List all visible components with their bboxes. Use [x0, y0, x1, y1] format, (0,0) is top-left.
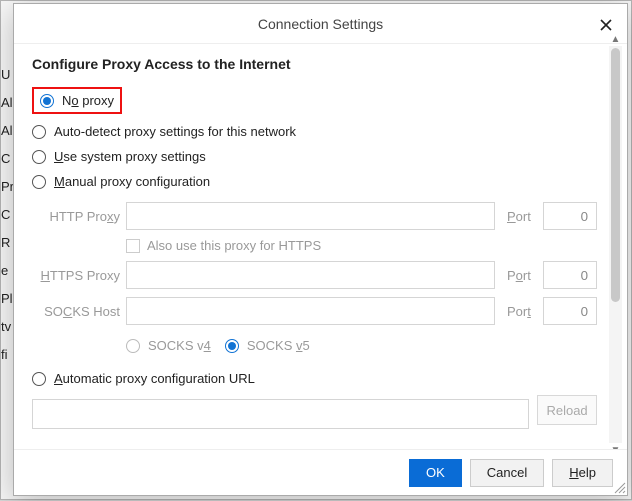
radio-icon	[32, 125, 46, 139]
auto-config-url-input[interactable]	[32, 399, 529, 429]
scrollbar-thumb[interactable]	[611, 48, 620, 302]
option-label: SOCKS v5	[247, 338, 310, 353]
https-proxy-row: HTTPS Proxy Port	[32, 261, 597, 289]
socks-host-input[interactable]	[126, 297, 495, 325]
dialog-footer: OK Cancel Help	[14, 449, 627, 495]
radio-icon	[32, 372, 46, 386]
dialog-body: Configure Proxy Access to the Internet N…	[22, 44, 607, 445]
auto-url-row: Reload	[32, 391, 597, 429]
help-button[interactable]: Help	[552, 459, 613, 487]
radio-icon	[32, 175, 46, 189]
resize-grip-icon[interactable]	[612, 480, 626, 494]
option-use-system[interactable]: Use system proxy settings	[32, 144, 597, 169]
ok-button[interactable]: OK	[409, 459, 462, 487]
socks-host-row: SOCKS Host Port	[32, 297, 597, 325]
radio-icon	[126, 339, 140, 353]
port-label: Port	[507, 304, 537, 319]
option-label: No proxy	[62, 93, 114, 108]
option-auto-config-url[interactable]: Automatic proxy configuration URL	[32, 366, 597, 391]
http-port-input[interactable]	[543, 202, 597, 230]
dialog-title: Connection Settings	[258, 16, 383, 32]
option-auto-detect[interactable]: Auto-detect proxy settings for this netw…	[32, 119, 597, 144]
section-title: Configure Proxy Access to the Internet	[32, 56, 597, 72]
socks-v5-option[interactable]: SOCKS v5	[225, 333, 310, 358]
option-label: Manual proxy configuration	[54, 174, 210, 189]
scroll-up-icon[interactable]: ▲	[609, 32, 622, 46]
option-no-proxy[interactable]: No proxy	[32, 82, 597, 119]
http-proxy-label: HTTP Proxy	[32, 209, 120, 224]
socks-version-row: SOCKS v4 SOCKS v5	[126, 333, 597, 358]
checkbox-icon	[126, 239, 140, 253]
also-https-row[interactable]: Also use this proxy for HTTPS	[126, 238, 597, 253]
reload-button[interactable]: Reload	[537, 395, 597, 425]
scrollbar[interactable]: ▲ ▼	[609, 46, 622, 443]
highlight-annotation: No proxy	[32, 87, 122, 114]
option-label: Automatic proxy configuration URL	[54, 371, 255, 386]
dialog-header: Connection Settings	[14, 4, 627, 44]
socks-port-input[interactable]	[543, 297, 597, 325]
close-icon	[599, 18, 613, 32]
https-proxy-label: HTTPS Proxy	[32, 268, 120, 283]
radio-icon	[225, 339, 239, 353]
cancel-button[interactable]: Cancel	[470, 459, 544, 487]
no-proxy-for-label: No proxy for	[32, 443, 597, 445]
https-port-input[interactable]	[543, 261, 597, 289]
socks-host-label: SOCKS Host	[32, 304, 120, 319]
radio-icon	[32, 150, 46, 164]
connection-settings-dialog: Connection Settings Configure Proxy Acce…	[13, 3, 628, 496]
option-label: Use system proxy settings	[54, 149, 206, 164]
option-manual[interactable]: Manual proxy configuration	[32, 169, 597, 194]
http-proxy-input[interactable]	[126, 202, 495, 230]
also-https-label: Also use this proxy for HTTPS	[147, 238, 321, 253]
https-proxy-input[interactable]	[126, 261, 495, 289]
option-label: SOCKS v4	[148, 338, 211, 353]
port-label: Port	[507, 268, 537, 283]
socks-v4-option[interactable]: SOCKS v4	[126, 333, 211, 358]
port-label: Port	[507, 209, 537, 224]
option-label: Auto-detect proxy settings for this netw…	[54, 124, 296, 139]
http-proxy-row: HTTP Proxy Port	[32, 202, 597, 230]
radio-icon	[40, 94, 54, 108]
